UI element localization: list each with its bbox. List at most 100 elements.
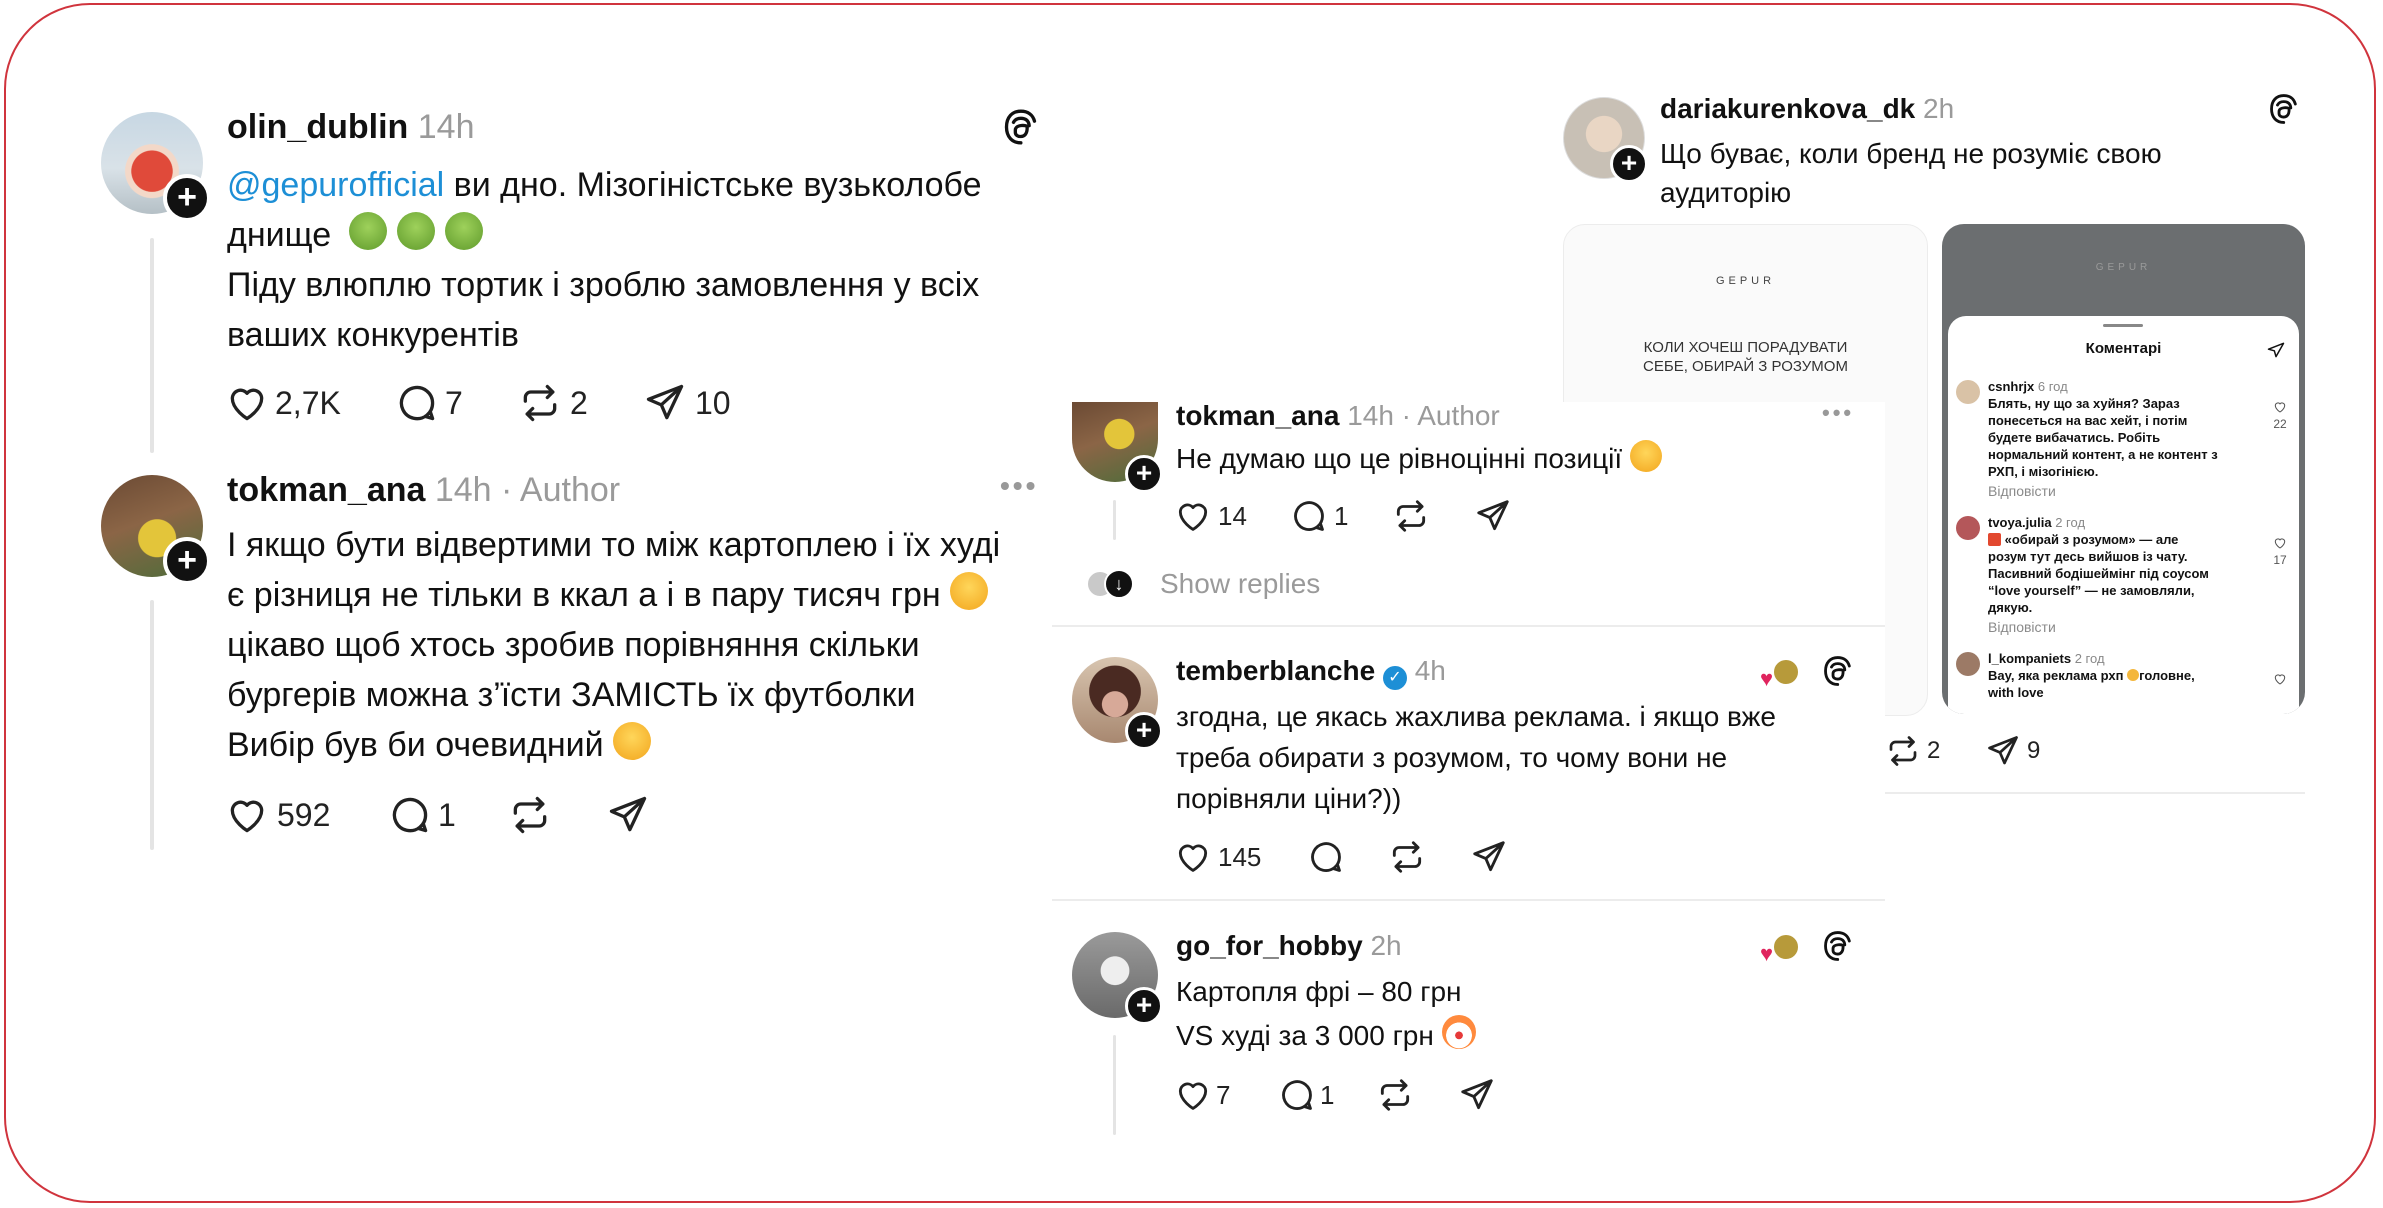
comment-user[interactable]: csnhrjx [1988,379,2034,394]
heart-icon [2273,672,2287,686]
post-header: dariakurenkova_dk 2h [1660,93,1954,125]
username[interactable]: temberblanche [1176,655,1375,686]
comment-icon [395,381,439,425]
username[interactable]: olin_dublin [227,108,408,146]
more-icon[interactable]: ••• [1822,400,1854,426]
follow-plus-icon[interactable]: + [1125,712,1163,750]
ad-caption: КОЛИ ХОЧЕШ ПОРАДУВАТИ СЕБЕ, ОБИРАЙ З РОЗ… [1564,338,1927,376]
share-button[interactable] [1458,1076,1496,1114]
fries-emoji [1988,533,2001,546]
follow-plus-icon[interactable]: + [1125,455,1163,493]
share-button[interactable]: 9 [1985,733,2040,769]
share-icon [1985,733,2021,769]
comment-user[interactable]: l_kompaniets [1988,651,2071,666]
arrow-down-icon: ↓ [1104,569,1134,599]
comment-line: нормальний контент, а не контент з [1988,447,2218,462]
like-button[interactable]: 145 [1174,838,1261,876]
comment-icon [1307,838,1345,876]
comment-button[interactable]: 1 [388,793,456,837]
share-count: 9 [2027,737,2041,764]
share-button[interactable] [606,793,650,837]
send-icon[interactable] [2266,340,2286,360]
threads-logo-icon[interactable] [1820,929,1854,963]
repost-icon [1388,838,1426,876]
like-button[interactable]: 7 [1174,1076,1230,1114]
repost-button[interactable]: 2 [518,381,588,425]
repost-icon [1885,733,1921,769]
comment-time: 2 год [2055,515,2086,530]
comment-line: РХП, і мізогінією. [1988,464,2099,479]
reply-link[interactable]: Відповісти [1988,619,2268,636]
follow-plus-icon[interactable]: + [163,537,211,585]
comment-line: «обирай з розумом» — але [2004,532,2179,547]
comment: l_kompaniets 2 год Вау, яка реклама рхп … [1988,650,2268,701]
comment-line: головне, [2139,668,2195,683]
grin-emoji [1629,440,1662,472]
more-icon[interactable]: ••• [1000,470,1038,502]
comment-line: Вау, яка реклама рхп [1988,668,2124,683]
repost-button[interactable] [508,793,552,837]
show-replies-button[interactable]: ↓ Show replies [1086,568,1320,600]
thread-line [1113,1035,1116,1135]
like-count: 592 [277,796,331,833]
like-button[interactable]: 2,7K [225,381,341,425]
repost-button[interactable] [1392,497,1430,535]
share-button[interactable] [1470,838,1508,876]
sheet-handle [2103,324,2143,327]
threads-logo-icon[interactable] [1820,654,1854,688]
comment-button[interactable]: 7 [395,381,463,425]
comment-user[interactable]: tvoya.julia [1988,515,2052,530]
threads-logo-icon[interactable] [1000,107,1040,147]
smile-emoji [2127,669,2140,681]
like-button[interactable]: 592 [225,793,330,837]
comment-line: Пасивний бодішеймінг під соусом [1988,566,2209,581]
comment-like[interactable]: 17 [2270,536,2290,567]
reply-time: 14h · Author [434,471,621,509]
repost-button[interactable] [1376,1076,1414,1114]
post-text-line: днище [227,216,332,254]
ad-caption-line: КОЛИ ХОЧЕШ ПОРАДУВАТИ [1643,339,1848,356]
comment-avatar [1956,652,1980,676]
share-count: 10 [695,384,731,421]
heart-icon [2273,400,2287,414]
post-time: 14h [417,108,475,146]
follow-plus-icon[interactable]: + [1125,987,1163,1025]
mention-link[interactable]: @gepurofficial [227,166,444,204]
like-button[interactable]: 14 [1174,497,1247,535]
comment-button[interactable] [1307,838,1345,876]
comment-time: 6 год [2037,379,2068,394]
follow-plus-icon[interactable]: + [163,174,211,222]
username[interactable]: go_for_hobby [1176,930,1363,961]
nauseated-emoji [348,212,387,250]
threads-logo-icon[interactable] [2266,92,2300,126]
comment-button[interactable]: 1 [1278,1076,1334,1114]
comments-sheet: Коментарі csnhrjx 6 год Блять, ну що за … [1948,316,2299,714]
comment-avatar [1956,516,1980,540]
heart-icon [2273,536,2287,550]
post-image-comments[interactable]: GEPUR Коментарі csnhrjx 6 год Блять, ну … [1942,224,2305,714]
share-button[interactable]: 10 [643,381,731,425]
reply-header: tokman_ana 14h · Author [227,471,620,510]
show-replies-label: Show replies [1160,568,1321,599]
username[interactable]: tokman_ana [1176,400,1339,431]
repost-button[interactable] [1388,838,1426,876]
repost-icon [1392,497,1430,535]
comment-like[interactable] [2270,672,2290,691]
reply-link[interactable]: Відповісти [1988,483,2268,500]
repost-button[interactable]: 2 [1885,733,1940,769]
follow-plus-icon[interactable]: + [1610,145,1648,183]
reply-text: згодна, це якась жахлива реклама. і якщо… [1176,696,1776,819]
thread-line [150,238,154,453]
reply-text-line: є різниця не тільки в ккал а і в пару ти… [227,576,941,614]
reply-text-line: VS худі за 3 000 грн [1176,1020,1434,1051]
heart-icon [225,793,269,837]
username[interactable]: dariakurenkova_dk [1660,93,1915,124]
heart-icon [1174,497,1212,535]
share-button[interactable] [1474,497,1512,535]
username[interactable]: tokman_ana [227,471,425,509]
like-count: 14 [1218,500,1247,531]
comment-like[interactable]: 22 [2270,400,2290,431]
comment-button[interactable]: 1 [1290,497,1348,535]
repost-icon [508,793,552,837]
comment-line: будете вибачатись. Робіть [1988,430,2161,445]
